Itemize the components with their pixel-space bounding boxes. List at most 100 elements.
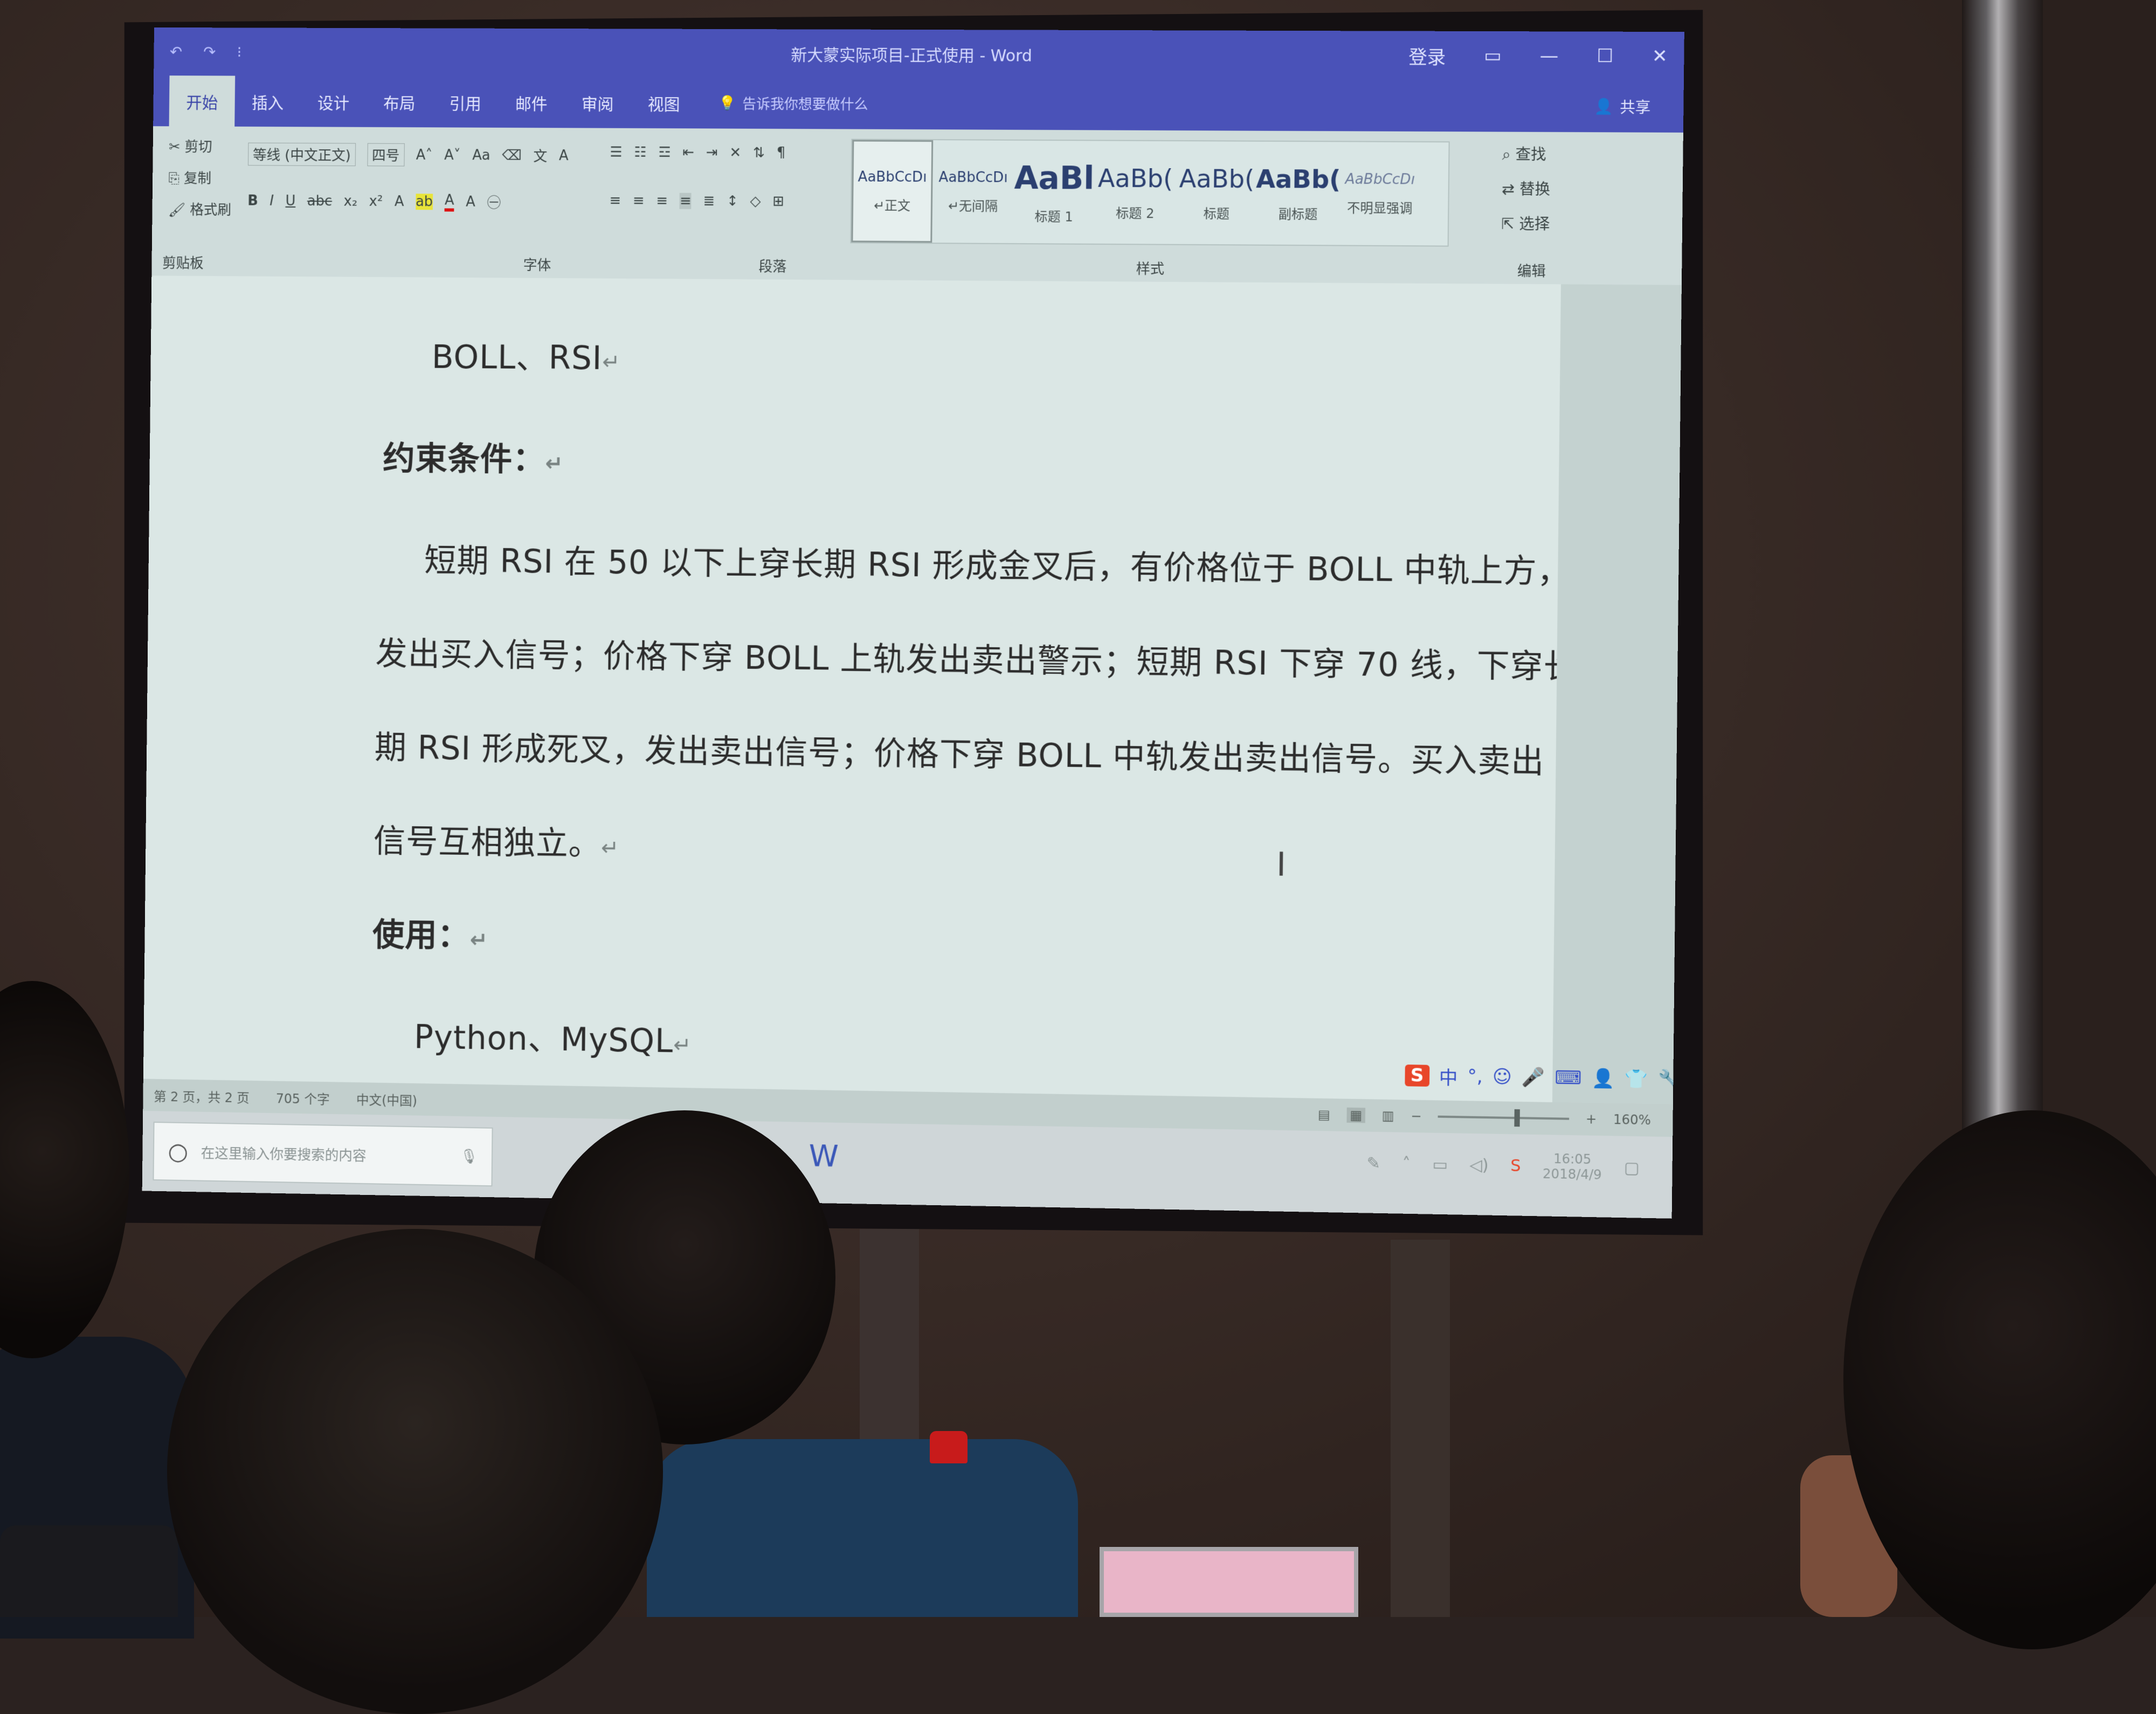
ime-voice-icon[interactable]: 🎤	[1522, 1067, 1545, 1089]
notifications-icon[interactable]: ▢	[1623, 1158, 1639, 1178]
sogou-tray-icon[interactable]: S	[1510, 1156, 1521, 1176]
maximize-button[interactable]: ☐	[1597, 45, 1613, 67]
strikethrough-button[interactable]: abc	[307, 193, 332, 209]
clock[interactable]: 16:05 2018/4/9	[1543, 1151, 1602, 1183]
font-color-icon[interactable]: A	[444, 192, 454, 212]
format-painter-button[interactable]: 🖌 格式刷	[168, 199, 231, 219]
redo-icon[interactable]: ↷	[203, 43, 216, 60]
minimize-button[interactable]: —	[1540, 45, 1559, 67]
tab-layout[interactable]: 布局	[366, 76, 432, 127]
word-count[interactable]: 705 个字	[276, 1088, 330, 1107]
ime-skin-icon[interactable]: 👕	[1625, 1068, 1648, 1090]
zoom-out-button[interactable]: −	[1411, 1109, 1422, 1124]
clear-format-icon[interactable]: ⌫	[502, 147, 522, 163]
volume-icon[interactable]: ◁)	[1469, 1156, 1489, 1175]
document-page[interactable]: BOLL、RSI↵ 约束条件：↵ 短期 RSI 在 50 以下上穿长期 RSI …	[143, 275, 1577, 1102]
font-size-select[interactable]: 四号	[367, 143, 405, 167]
numbering-icon[interactable]: ☷	[634, 144, 646, 161]
align-center-icon[interactable]: ≡	[633, 192, 645, 209]
multilevel-icon[interactable]: ☲	[658, 144, 671, 161]
change-case-icon[interactable]: Aa	[472, 147, 490, 163]
grow-font-icon[interactable]: A˄	[416, 147, 433, 163]
superscript-button[interactable]: x²	[369, 193, 383, 209]
style-normal[interactable]: AaBbCcDı ↵正文	[851, 140, 934, 243]
text-effects-icon[interactable]: A	[395, 193, 404, 210]
sogou-ime-icon[interactable]: S	[1405, 1065, 1429, 1087]
pen-icon[interactable]: ✎	[1366, 1153, 1380, 1173]
increase-indent-icon[interactable]: ⇥	[706, 144, 718, 161]
border-char-icon[interactable]: A	[559, 148, 569, 164]
vertical-scrollbar[interactable]	[1552, 284, 1682, 1104]
shrink-font-icon[interactable]: A˅	[444, 147, 461, 163]
replace-button[interactable]: ⇄ 替换	[1502, 177, 1550, 199]
style-title[interactable]: AaBb( 标题	[1176, 141, 1258, 245]
zoom-in-button[interactable]: +	[1586, 1111, 1597, 1127]
ime-toolbar[interactable]: S 中 °, ☺ 🎤 ⌨ 👤 👕 🔧	[1405, 1056, 1681, 1099]
shading-icon[interactable]: ◇	[750, 193, 761, 210]
style-no-spacing[interactable]: AaBbCcDı ↵无间隔	[932, 140, 1014, 243]
enclose-char-icon[interactable]: ㊀	[487, 192, 501, 212]
find-button[interactable]: ⌕ 查找	[1502, 143, 1551, 165]
print-layout-icon[interactable]: ▦	[1346, 1107, 1366, 1123]
microphone-icon[interactable]: 🎙	[460, 1149, 478, 1165]
ime-user-icon[interactable]: 👤	[1592, 1068, 1615, 1090]
ime-chinese-icon[interactable]: 中	[1439, 1063, 1458, 1090]
subscript-button[interactable]: x₂	[343, 193, 357, 209]
tab-insert[interactable]: 插入	[234, 76, 301, 127]
style-heading-1[interactable]: AaBl 标题 1	[1013, 141, 1095, 244]
network-icon[interactable]: ▭	[1432, 1155, 1448, 1174]
ribbon-tabs: 开始 插入 设计 布局 引用 邮件 审阅 视图 💡 告诉我你想要做什么 👤 共享	[153, 75, 1684, 133]
cut-button[interactable]: ✂ 剪切	[169, 136, 212, 156]
tab-mailings[interactable]: 邮件	[498, 77, 565, 128]
window-controls: 登录 ▭ — ☐ ✕	[1408, 31, 1668, 81]
zoom-level[interactable]: 160%	[1613, 1112, 1651, 1128]
italic-button[interactable]: I	[270, 193, 274, 209]
language-status[interactable]: 中文(中国)	[356, 1089, 417, 1109]
copy-button[interactable]: ⎘ 复制	[168, 168, 211, 188]
cortana-search-box[interactable]: ○ 在这里输入你要搜索的内容 🎙	[153, 1122, 493, 1187]
style-subtle-emphasis[interactable]: AaBbCcDı 不明显强调	[1338, 142, 1421, 245]
ime-punct-icon[interactable]: °,	[1467, 1066, 1483, 1088]
tab-references[interactable]: 引用	[432, 77, 498, 128]
font-family-select[interactable]: 等线 (中文正文)	[248, 142, 356, 167]
distribute-icon[interactable]: ≣	[703, 193, 715, 209]
word-taskbar-icon[interactable]: W	[808, 1138, 839, 1174]
tab-design[interactable]: 设计	[300, 76, 367, 127]
read-mode-icon[interactable]: ▤	[1318, 1107, 1330, 1123]
sort-icon[interactable]: ⇅	[753, 145, 765, 161]
show-marks-icon[interactable]: ¶	[777, 145, 786, 161]
sign-in-link[interactable]: 登录	[1408, 42, 1446, 69]
decrease-indent-icon[interactable]: ⇤	[682, 144, 694, 161]
tab-review[interactable]: 审阅	[564, 77, 631, 128]
ime-emoji-icon[interactable]: ☺	[1492, 1066, 1512, 1088]
tab-home[interactable]: 开始	[169, 75, 236, 127]
phonetic-icon[interactable]: 文	[533, 146, 547, 165]
close-button[interactable]: ✕	[1652, 45, 1668, 67]
align-left-icon[interactable]: ≡	[609, 192, 621, 209]
select-button[interactable]: ⇱ 选择	[1501, 212, 1550, 234]
underline-button[interactable]: U	[285, 193, 295, 209]
web-layout-icon[interactable]: ▥	[1382, 1108, 1394, 1124]
bold-button[interactable]: B	[247, 192, 258, 209]
tray-expand-icon[interactable]: ˄	[1402, 1155, 1411, 1173]
borders-icon[interactable]: ⊞	[772, 193, 784, 210]
style-subtitle[interactable]: AaBb( 副标题	[1256, 142, 1341, 245]
zoom-slider-knob[interactable]	[1514, 1109, 1521, 1127]
undo-icon[interactable]: ↶	[170, 43, 182, 60]
tab-view[interactable]: 视图	[631, 77, 697, 128]
line-spacing-icon[interactable]: ↕	[727, 193, 738, 209]
bullets-icon[interactable]: ☰	[610, 144, 622, 161]
share-button[interactable]: 👤 共享	[1594, 80, 1651, 132]
highlight-icon[interactable]: ab	[415, 193, 433, 210]
ribbon-display-button[interactable]: ▭	[1484, 45, 1502, 66]
ime-keyboard-icon[interactable]: ⌨	[1554, 1067, 1581, 1089]
chinese-layout-icon[interactable]: ✕	[729, 145, 741, 161]
justify-icon[interactable]: ≡	[679, 192, 692, 209]
zoom-slider[interactable]	[1438, 1109, 1570, 1127]
customize-icon[interactable]: ⁝	[237, 43, 241, 61]
style-heading-2[interactable]: AaBb( 标题 2	[1094, 141, 1177, 244]
tell-me-box[interactable]: 💡 告诉我你想要做什么	[718, 93, 868, 114]
page-count[interactable]: 第 2 页，共 2 页	[154, 1086, 250, 1106]
align-right-icon[interactable]: ≡	[656, 193, 668, 209]
char-shading-icon[interactable]: A	[466, 193, 475, 210]
